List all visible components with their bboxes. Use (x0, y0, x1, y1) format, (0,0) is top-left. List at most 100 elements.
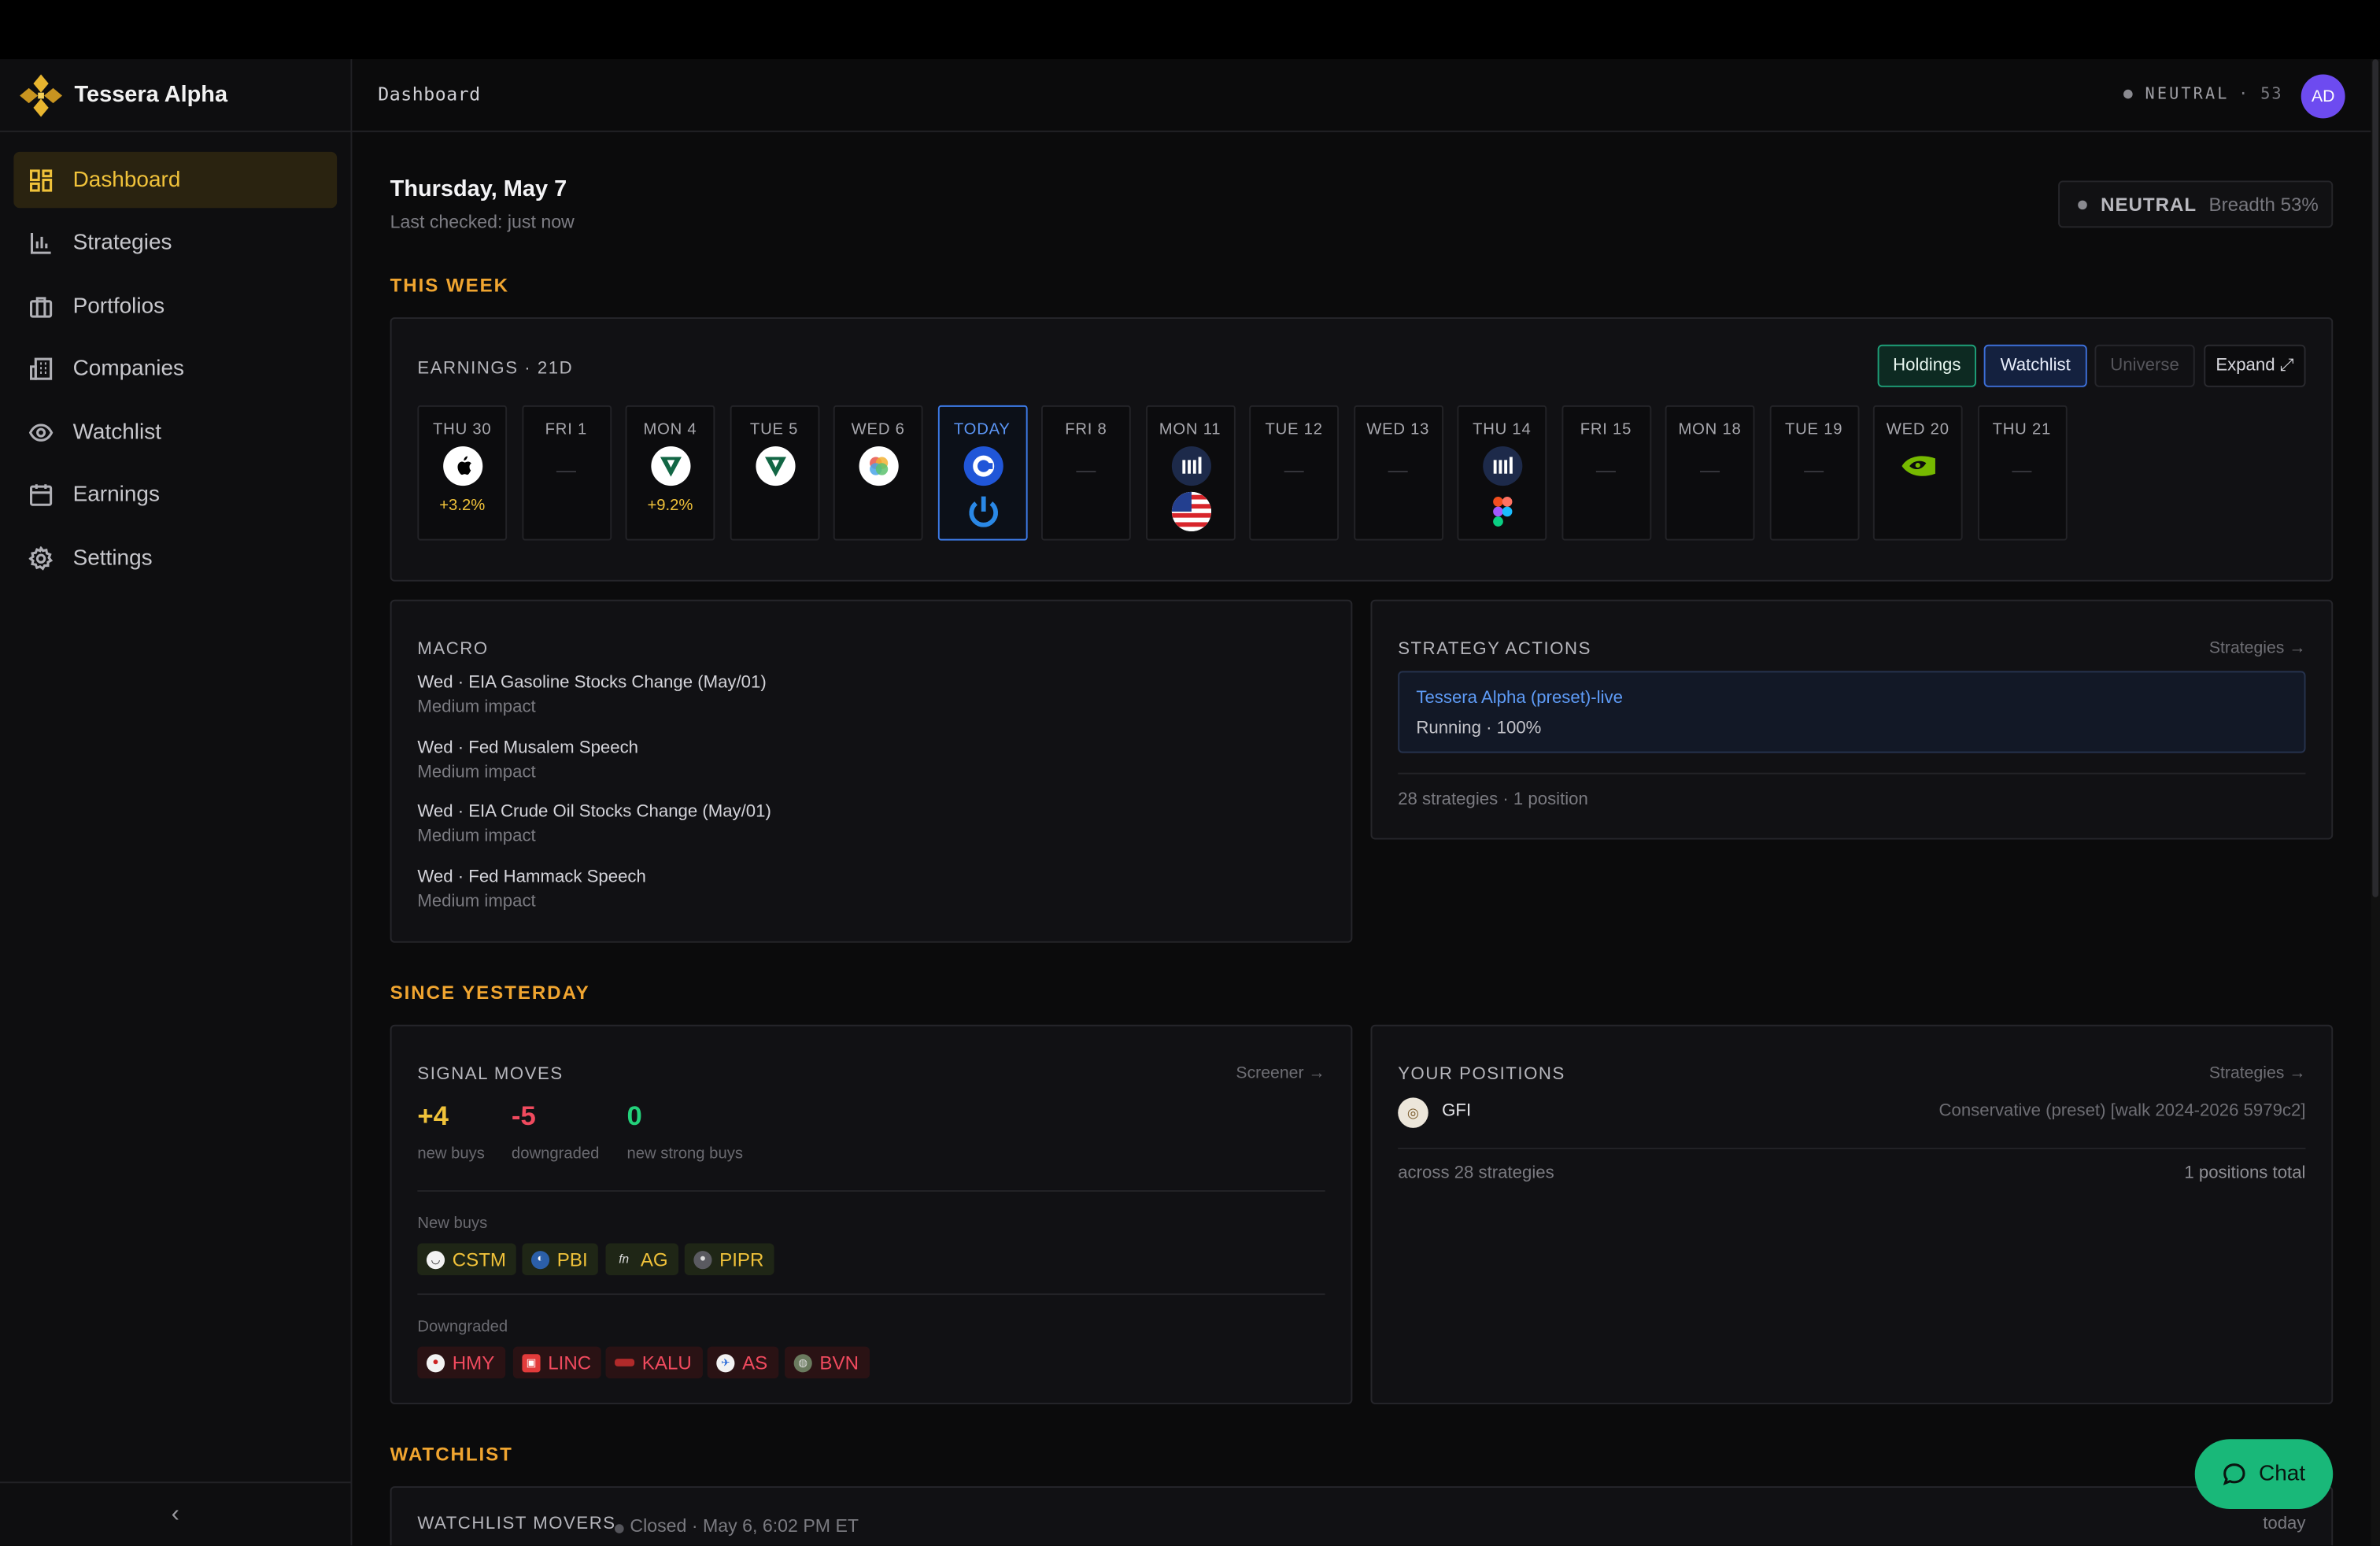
top-header: Dashboard NEUTRAL · 53 AD (352, 59, 2371, 132)
empty-dash: — (556, 458, 576, 482)
sidebar-item-earnings[interactable]: Earnings (13, 467, 337, 523)
macro-event-impact: Medium impact (417, 892, 536, 911)
ticker-chip-buy[interactable]: fn AG (605, 1243, 679, 1275)
company-logo-icon: ▣ (522, 1353, 541, 1372)
breadth-label: NEUTRAL (2101, 193, 2197, 215)
earnings-day-tue-19[interactable]: TUE 19 — (1768, 405, 1859, 541)
strategies-link[interactable]: Strategies → (2209, 1064, 2306, 1082)
position-row[interactable]: ◎ GFI Conservative (preset) [walk 2024-2… (1398, 1096, 2305, 1129)
nvidia-logo-icon[interactable] (1899, 446, 1938, 486)
earnings-day-wed-20[interactable]: WED 20 (1872, 405, 1963, 541)
strategy-item[interactable]: Tessera Alpha (preset)-live Running · 10… (1398, 671, 2306, 753)
bars-logo-icon[interactable] (1483, 446, 1523, 486)
macro-event-title: Wed · Fed Musalem Speech (417, 738, 639, 757)
day-label: TUE 12 (1265, 420, 1323, 439)
positions-title: YOUR POSITIONS (1398, 1065, 1565, 1084)
sidebar-item-label: Strategies (72, 231, 172, 255)
macro-event[interactable]: Wed · Fed Musalem Speech Medium impact (417, 738, 638, 781)
company-v-logo-icon[interactable] (755, 446, 795, 486)
avatar[interactable]: AD (2301, 74, 2345, 119)
brand[interactable]: Tessera Alpha (0, 59, 351, 132)
screener-link[interactable]: Screener → (1236, 1064, 1325, 1082)
earnings-day-fri-15[interactable]: FRI 15 — (1561, 405, 1651, 541)
apple-logo-icon[interactable] (443, 446, 483, 486)
sidebar-item-portfolios[interactable]: Portfolios (13, 278, 337, 334)
scrollbar[interactable] (2371, 59, 2380, 1546)
ticker-chip-down[interactable]: ▣ LINC (512, 1346, 602, 1379)
ticker-chip-buy[interactable]: ● PIPR (684, 1243, 774, 1275)
sidebar-item-label: Earnings (72, 483, 160, 508)
earnings-day-tue-12[interactable]: TUE 12 — (1249, 405, 1339, 541)
page-title: Thursday, May 7 (390, 176, 567, 202)
day-label: FRI 1 (545, 420, 588, 439)
filter-holdings-button[interactable]: Holdings (1877, 344, 1976, 387)
earnings-card: EARNINGS · 21D Holdings Watchlist Univer… (390, 317, 2334, 582)
earnings-day-thu-30[interactable]: THU 30 +3.2% (417, 405, 508, 541)
position-strategy: Conservative (preset) [walk 2024-2026 59… (1938, 1102, 2306, 1121)
movers-period: today (2263, 1515, 2306, 1533)
new-buys-heading: New buys (417, 1214, 488, 1233)
regime-score: · 53 (2238, 84, 2283, 104)
ticker-chip-buy[interactable]: ◐ PBI (522, 1243, 599, 1275)
earnings-day-wed-6[interactable]: WED 6 (833, 405, 923, 541)
earnings-day-mon-11[interactable]: MON 11 (1145, 405, 1235, 541)
ticker-chip-down[interactable]: ◍ BVN (785, 1346, 870, 1379)
earnings-day-thu-21[interactable]: THU 21 — (1976, 405, 2067, 541)
earnings-day-tue-5[interactable]: TUE 5 (729, 405, 819, 541)
signal-moves-card: SIGNAL MOVES Screener → +4 new buys -5 d… (390, 1024, 1353, 1404)
ticker-chip-down[interactable]: ✈ AS (707, 1346, 778, 1379)
last-checked: Last checked: just now (390, 211, 575, 233)
earnings-day-thu-14[interactable]: THU 14 (1457, 405, 1547, 541)
ticker-chip-down[interactable]: KALU (605, 1346, 703, 1379)
sidebar-item-companies[interactable]: Companies (13, 341, 337, 397)
ticker: CSTM (452, 1248, 507, 1270)
strategies-link[interactable]: Strategies → (2209, 639, 2306, 657)
filter-watchlist-button[interactable]: Watchlist (1983, 344, 2087, 387)
macro-event[interactable]: Wed · EIA Crude Oil Stocks Change (May/0… (417, 803, 771, 845)
macro-event[interactable]: Wed · EIA Gasoline Stocks Change (May/01… (417, 674, 766, 716)
position-ticker: GFI (1442, 1102, 1472, 1121)
scrollbar-thumb[interactable] (2372, 59, 2379, 897)
earnings-day-mon-4[interactable]: MON 4 +9.2% (625, 405, 715, 541)
earnings-day-wed-13[interactable]: WED 13 — (1353, 405, 1443, 541)
ticker-chip-buy[interactable]: ◡ CSTM (417, 1243, 517, 1275)
chat-button[interactable]: Chat (2194, 1439, 2334, 1509)
macro-event[interactable]: Wed · Fed Hammack Speech Medium impact (417, 867, 645, 910)
multicolor-logo-icon[interactable] (859, 446, 899, 486)
day-label: WED 20 (1886, 420, 1949, 439)
strategy-name-link[interactable]: Tessera Alpha (preset)-live (1416, 690, 1623, 708)
bars-logo-icon[interactable] (1170, 446, 1211, 486)
main-content: Thursday, May 7 Last checked: just now N… (352, 134, 2371, 1546)
company-v-logo-icon[interactable] (651, 446, 691, 486)
sidebar-item-strategies[interactable]: Strategies (13, 215, 337, 271)
strategy-actions-card: STRATEGY ACTIONS Strategies → Tessera Al… (1370, 599, 2334, 840)
day-label: TODAY (953, 420, 1011, 439)
earnings-day-today[interactable]: TODAY (937, 405, 1027, 541)
sidebar-item-watchlist[interactable]: Watchlist (13, 404, 337, 460)
collapse-sidebar-button[interactable]: ‹ (0, 1481, 351, 1545)
figma-logo-icon[interactable] (1483, 492, 1522, 531)
ticker: KALU (641, 1352, 692, 1374)
sidebar-item-settings[interactable]: Settings (13, 530, 337, 586)
sidebar-item-dashboard[interactable]: Dashboard (13, 151, 338, 209)
ticker-chip-down[interactable]: ● HMY (417, 1346, 505, 1379)
eye-icon (28, 423, 54, 441)
filter-universe-button[interactable]: Universe (2094, 344, 2195, 387)
earnings-day-mon-18[interactable]: MON 18 — (1665, 405, 1755, 541)
divider (1398, 1147, 2306, 1149)
status-dot-icon (2078, 199, 2087, 209)
day-change: +9.2% (647, 496, 693, 515)
power-logo-icon[interactable] (963, 492, 1003, 531)
earnings-day-fri-1[interactable]: FRI 1 — (521, 405, 612, 541)
earnings-title: EARNINGS · 21D (417, 360, 574, 379)
macro-title: MACRO (417, 640, 489, 659)
watchlist-movers-title: WATCHLIST MOVERS (417, 1515, 616, 1533)
earnings-day-fri-8[interactable]: FRI 8 — (1040, 405, 1131, 541)
sidebar-item-label: Companies (72, 357, 185, 382)
company-logo-icon: ◍ (793, 1353, 812, 1372)
us-flag-icon[interactable] (1170, 491, 1211, 531)
coinbase-logo-icon[interactable] (963, 446, 1003, 486)
company-logo-icon (615, 1359, 635, 1367)
divider (1398, 772, 2306, 775)
expand-button[interactable]: Expand ⤢ (2204, 344, 2306, 387)
